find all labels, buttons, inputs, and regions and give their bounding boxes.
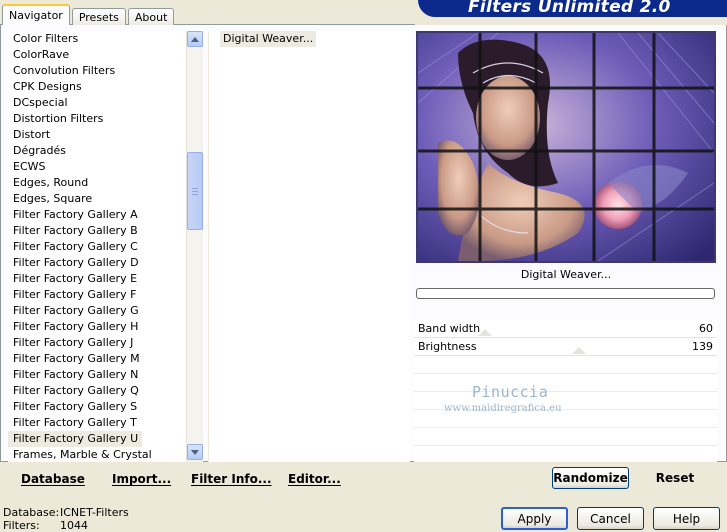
chevron-down-icon (191, 449, 199, 455)
watermark-url: www.maidiregrafica.eu (444, 403, 562, 414)
category-item[interactable]: Filter Factory Gallery Q (8, 383, 186, 399)
app-title: Filters Unlimited 2.0 (468, 0, 671, 17)
preview-image (416, 31, 716, 263)
grip-icon (192, 187, 198, 195)
category-item[interactable]: Distortion Filters (8, 111, 186, 127)
category-item[interactable]: Edges, Round (8, 175, 186, 191)
filter-item-digital-weaver[interactable]: Digital Weaver... (220, 31, 317, 47)
category-item[interactable]: Filter Factory Gallery H (8, 319, 186, 335)
slider-thumb-brightness[interactable] (572, 347, 586, 354)
param-value: 60 (699, 322, 713, 335)
category-item[interactable]: DCspecial (8, 95, 186, 111)
param-value: 139 (692, 340, 713, 353)
help-button[interactable]: Help (653, 507, 720, 530)
import-button[interactable]: Import... (112, 472, 171, 486)
status-filters-label: Filters: (3, 519, 40, 532)
category-item[interactable]: Dégradés (8, 143, 186, 159)
category-item[interactable]: CPK Designs (8, 79, 186, 95)
status-database: Database: ICNET-Filters (3, 506, 129, 519)
category-item[interactable]: ColorRave (8, 47, 186, 63)
filter-info-button[interactable]: Filter Info... (191, 472, 272, 486)
status-database-label: Database: (3, 506, 60, 519)
filter-list[interactable]: Digital Weaver... (208, 31, 410, 462)
category-item[interactable]: Edges, Square (8, 191, 186, 207)
category-item[interactable]: Distort (8, 127, 186, 143)
category-item[interactable]: Filter Factory Gallery E (8, 271, 186, 287)
category-item[interactable]: Filter Factory Gallery N (8, 367, 186, 383)
tab-presets[interactable]: Presets (71, 8, 126, 25)
param-row-brightness[interactable]: Brightness 139 (414, 338, 717, 356)
cancel-button[interactable]: Cancel (577, 507, 644, 530)
category-item[interactable]: Filter Factory Gallery S (8, 399, 186, 415)
scroll-up-button[interactable] (187, 31, 203, 47)
watermark-name: Pinuccia (472, 383, 549, 401)
preview-artwork (418, 33, 714, 261)
param-label: Brightness (418, 340, 477, 353)
editor-button[interactable]: Editor... (288, 472, 341, 486)
category-item[interactable]: Filter Factory Gallery B (8, 223, 186, 239)
category-item[interactable]: Frames, Marble & Crystal (8, 447, 186, 462)
database-button[interactable]: Database (21, 472, 85, 486)
scroll-down-button[interactable] (187, 444, 203, 460)
apply-button[interactable]: Apply (501, 507, 568, 530)
param-row-empty (414, 356, 717, 374)
param-label: Band width (418, 322, 481, 335)
category-item[interactable]: Filter Factory Gallery C (8, 239, 186, 255)
category-item[interactable]: Filter Factory Gallery G (8, 303, 186, 319)
param-row-empty (414, 374, 717, 392)
category-item[interactable]: Color Filters (8, 31, 186, 47)
param-row-empty (414, 428, 717, 446)
param-row-band-width[interactable]: Band width 60 (414, 320, 717, 338)
category-item[interactable]: Filter Factory Gallery J (8, 335, 186, 351)
category-item[interactable]: Convolution Filters (8, 63, 186, 79)
status-filters-value: 1044 (60, 519, 88, 532)
chevron-up-icon (191, 36, 199, 42)
tab-about[interactable]: About (127, 8, 175, 25)
progress-bar (416, 288, 715, 299)
parameter-panel: Band width 60 Brightness 139 (414, 320, 717, 462)
app-banner: Filters Unlimited 2.0 (418, 0, 727, 17)
tab-navigator[interactable]: Navigator (2, 4, 70, 25)
preview-filter-name: Digital Weaver... (520, 268, 612, 281)
tab-strip: Navigator Presets About (2, 4, 176, 25)
category-item[interactable]: ECWS (8, 159, 186, 175)
category-item[interactable]: Filter Factory Gallery A (8, 207, 186, 223)
reset-button[interactable]: Reset (640, 467, 710, 489)
bottom-toolbar: Database Import... Filter Info... Editor… (0, 462, 727, 492)
status-filters: Filters: 1044 (3, 519, 88, 532)
category-item[interactable]: Filter Factory Gallery U (8, 431, 143, 447)
slider-thumb-band-width[interactable] (478, 329, 492, 336)
category-item[interactable]: Filter Factory Gallery T (8, 415, 186, 431)
randomize-button[interactable]: Randomize (552, 467, 629, 489)
status-database-value: ICNET-Filters (60, 506, 129, 519)
category-item[interactable]: Filter Factory Gallery D (8, 255, 186, 271)
category-item[interactable]: Filter Factory Gallery M (8, 351, 186, 367)
scroll-thumb[interactable] (187, 152, 203, 230)
category-list[interactable]: Color Filters ColorRave Convolution Filter… (8, 31, 186, 462)
category-list-scrollbar[interactable] (186, 31, 203, 462)
category-item[interactable]: Filter Factory Gallery F (8, 287, 186, 303)
